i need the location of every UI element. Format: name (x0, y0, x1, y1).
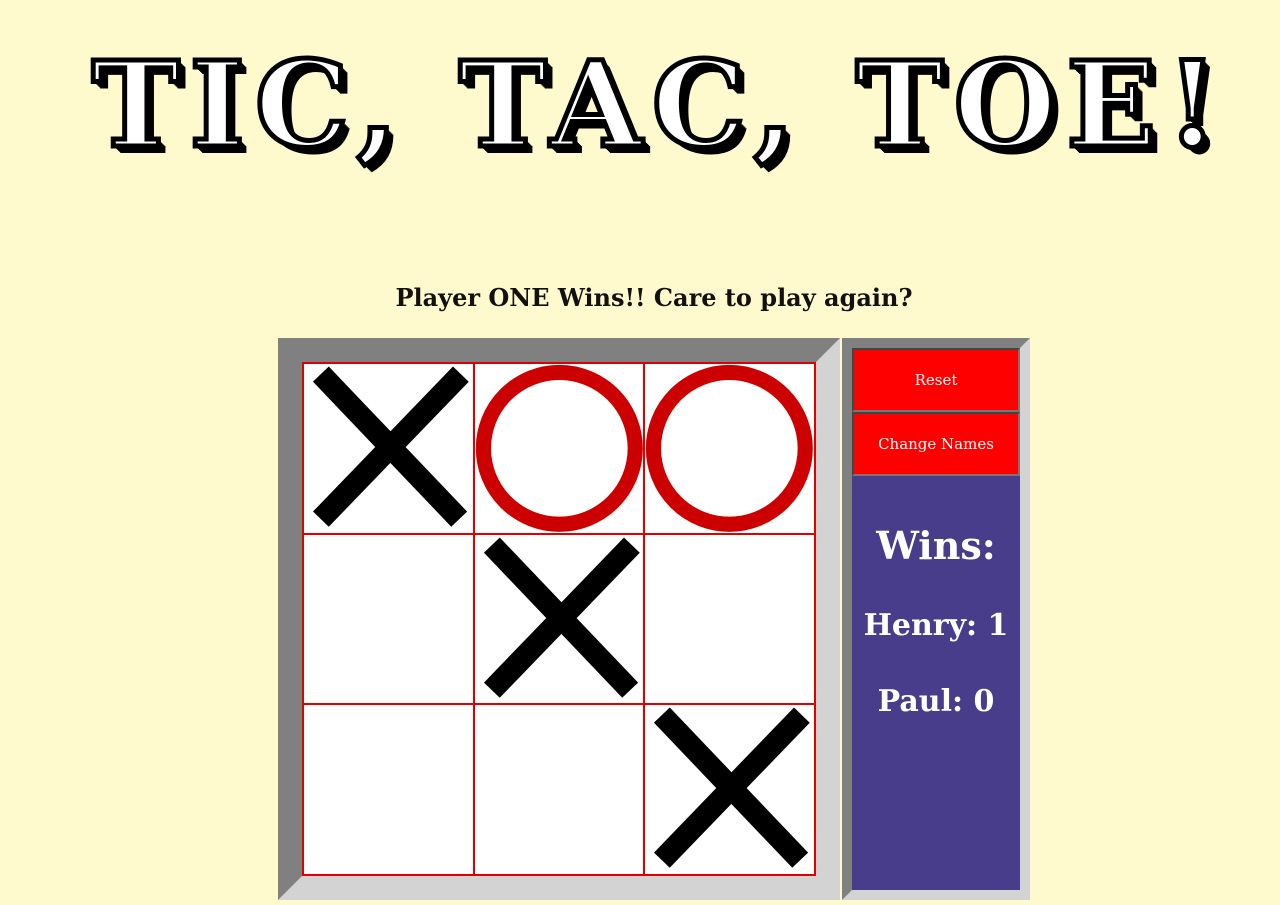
game-page: TIC, TAC, TOE! Player ONE Wins!! Care to… (0, 0, 1280, 905)
board-cell-6[interactable] (644, 533, 815, 705)
game-title: TIC, TAC, TOE! (89, 33, 1229, 177)
board-cell-9[interactable] (644, 704, 815, 875)
board-cell-7[interactable] (303, 704, 474, 875)
x-mark-icon (654, 707, 811, 869)
change-names-button[interactable]: Change Names (852, 412, 1020, 476)
board-cell-5[interactable] (473, 533, 645, 705)
game-board (302, 362, 816, 876)
player-two-score: Paul: 0 (877, 684, 995, 719)
board-frame (278, 338, 840, 900)
scoreboard-heading: Wins: (876, 523, 996, 568)
reset-button[interactable]: Reset (852, 348, 1020, 412)
scoreboard: Wins: Henry: 1 Paul: 0 (852, 524, 1020, 720)
o-mark-icon (475, 364, 643, 532)
board-cell-8[interactable] (473, 704, 645, 875)
o-mark-icon (646, 364, 814, 532)
status-message: Player ONE Wins!! Care to play again? (395, 283, 913, 312)
player-one-score: Henry: 1 (863, 608, 1009, 643)
board-cell-2[interactable] (473, 363, 645, 534)
side-panel: Reset Change Names Wins: Henry: 1 Paul: … (842, 338, 1030, 900)
x-mark-icon (312, 366, 469, 527)
x-mark-icon (483, 537, 640, 698)
board-cell-1[interactable] (303, 363, 474, 534)
board-cell-3[interactable] (644, 363, 815, 534)
board-cell-4[interactable] (303, 533, 474, 705)
